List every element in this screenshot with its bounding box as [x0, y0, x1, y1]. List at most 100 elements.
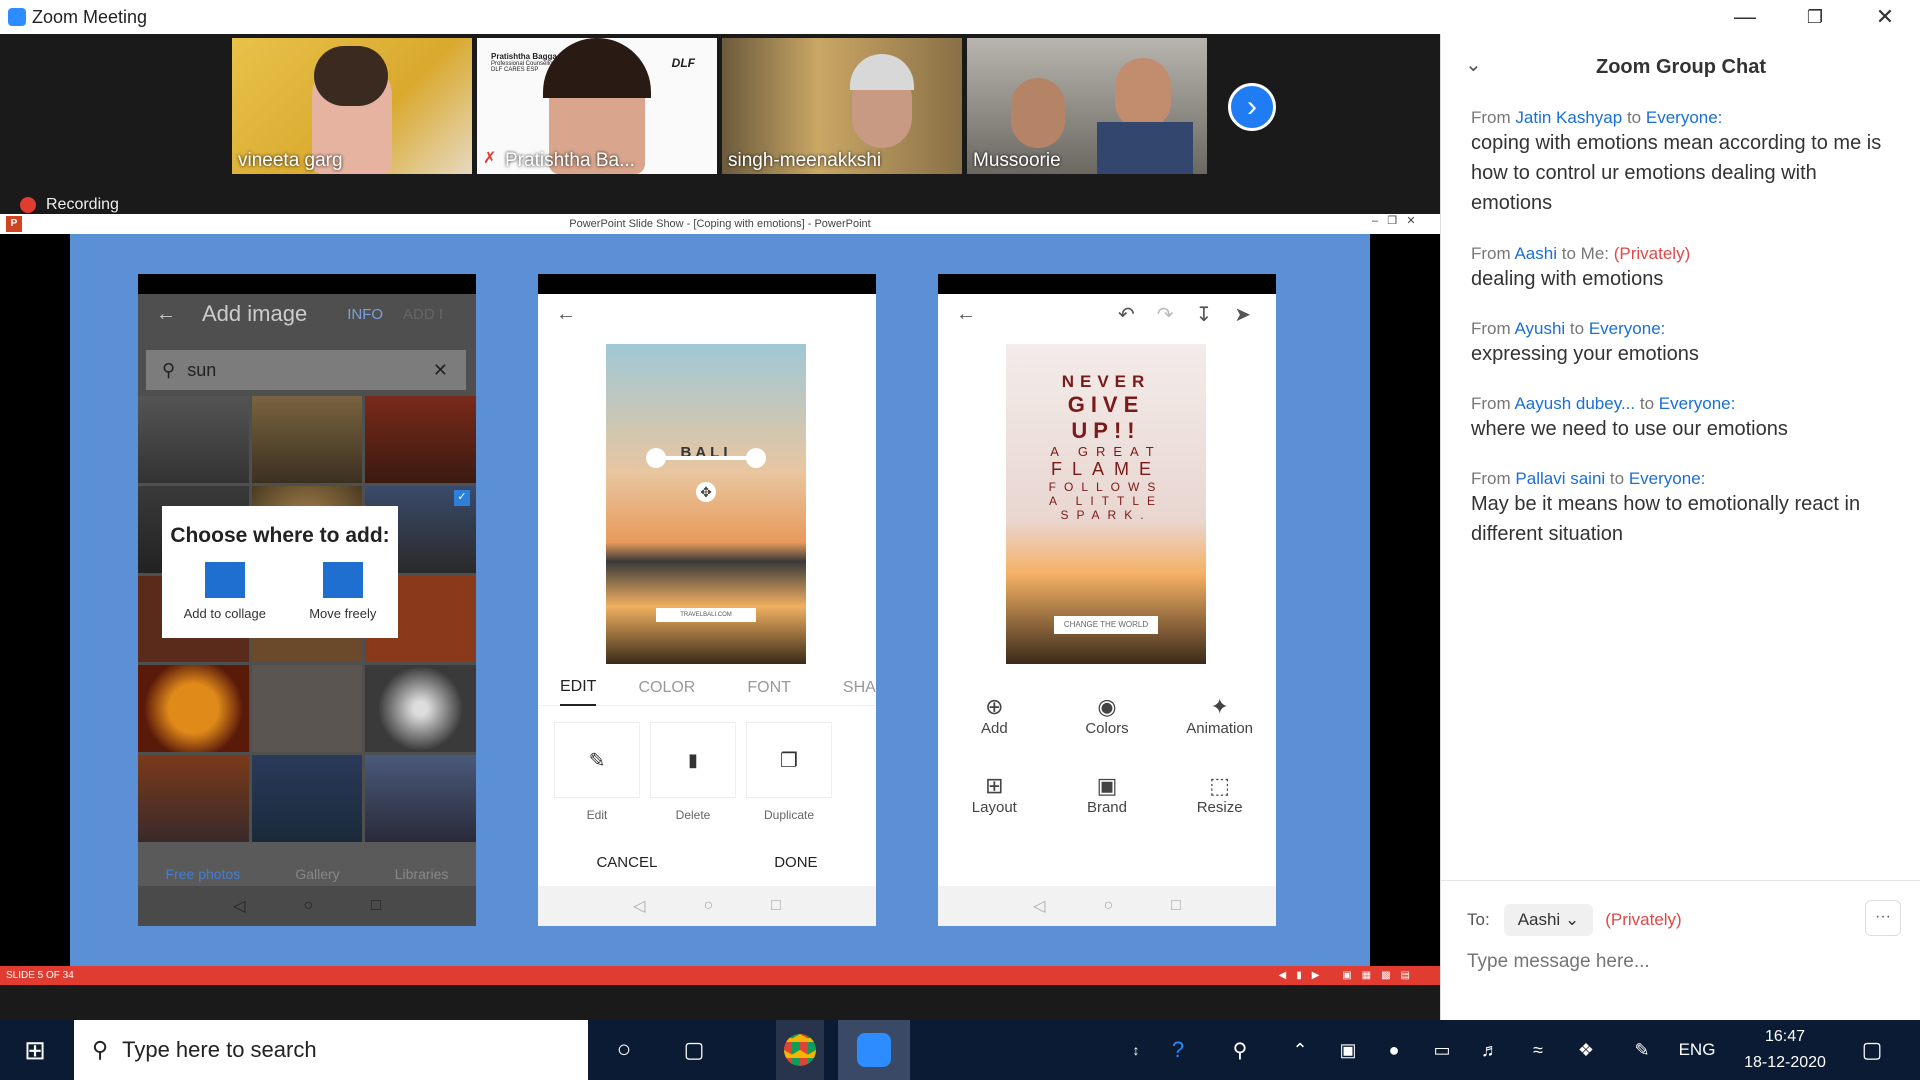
participant-tile[interactable]: Pratishtha Bagga Professional Counsellor… [477, 38, 717, 174]
wifi-icon[interactable]: ≈ [1520, 1020, 1556, 1080]
add-action[interactable]: ⊕ Add [938, 694, 1051, 737]
restore-button[interactable]: ❐ [1780, 0, 1850, 34]
image-thumb[interactable] [251, 665, 363, 753]
participant-tile[interactable]: Mussoorie [967, 38, 1207, 174]
image-thumb[interactable] [365, 755, 476, 842]
cortana-icon[interactable]: ○ [600, 1020, 648, 1080]
animation-action[interactable]: ✦ Animation [1163, 694, 1276, 737]
duplicate-tool-button[interactable]: ❐ Duplicate [746, 722, 832, 822]
dropbox-icon[interactable]: ❖ [1568, 1020, 1604, 1080]
android-home-icon[interactable]: ○ [703, 897, 713, 915]
image-search-field[interactable]: ⚲ sun ✕ [146, 350, 466, 390]
message-input[interactable] [1467, 944, 1897, 980]
share-icon[interactable]: ➤ [1234, 302, 1251, 327]
phone-screen-edit-text: ← BALI ✥ TRAVELBALI.COM EDIT COLOR FONT … [538, 274, 876, 926]
image-thumb[interactable] [365, 665, 476, 753]
design-canvas[interactable]: BALI ✥ TRAVELBALI.COM [606, 344, 806, 664]
close-button[interactable]: ✕ [1850, 0, 1920, 34]
meeting-bottom-strip [0, 985, 1440, 1020]
image-thumb[interactable] [251, 755, 363, 842]
more-options-button[interactable]: ··· [1865, 900, 1901, 936]
slideshow-controls[interactable]: ◀▮▶ ▣▦▩▤ [1279, 966, 1420, 985]
android-recents-icon[interactable]: □ [371, 897, 381, 915]
pp-close-button[interactable]: ✕ [1406, 215, 1415, 227]
recipient-dropdown[interactable]: Aashi ⌄ [1503, 904, 1594, 936]
clock[interactable]: 16:47 18-12-2020 [1730, 1020, 1840, 1080]
add-to-collage-option[interactable]: Add to collage [184, 562, 266, 621]
nav-libraries[interactable]: Libraries [395, 866, 449, 882]
android-home-icon[interactable]: ○ [303, 897, 313, 915]
layout-action[interactable]: ⊞ Layout [938, 773, 1051, 816]
people-icon[interactable]: ⚲ [1222, 1020, 1258, 1080]
tab-info[interactable]: INFO [347, 306, 383, 323]
dialog-title: Choose where to add: [170, 524, 390, 547]
task-view-icon[interactable]: ▢ [670, 1020, 718, 1080]
cancel-button[interactable]: CANCEL [596, 854, 657, 871]
android-back-icon[interactable]: ◁ [1033, 896, 1045, 916]
tab-color[interactable]: COLOR [638, 679, 695, 697]
powerpoint-status-bar: SLIDE 5 OF 34 ◀▮▶ ▣▦▩▤ [0, 966, 1440, 985]
android-recents-icon[interactable]: □ [1171, 897, 1181, 915]
image-thumb[interactable] [365, 396, 476, 483]
chat-message: From Ayushi to Everyone: expressing your… [1471, 319, 1699, 365]
move-handle-icon[interactable]: ✥ [696, 482, 716, 502]
edit-tool-button[interactable]: ✎ Edit [554, 722, 640, 822]
done-button[interactable]: DONE [774, 854, 817, 871]
image-thumb[interactable] [251, 396, 363, 483]
android-home-icon[interactable]: ○ [1103, 897, 1113, 915]
start-button[interactable]: ⊞ [0, 1020, 70, 1080]
chat-message: From Jatin Kashyap to Everyone: coping w… [1471, 108, 1882, 214]
delete-tool-button[interactable]: ▮ Delete [650, 722, 736, 822]
zoom-taskbar-icon[interactable] [838, 1020, 910, 1080]
search-icon: ⚲ [162, 359, 176, 380]
chevron-up-icon[interactable]: ⌃ [1282, 1020, 1318, 1080]
edit-tabs: EDIT COLOR FONT SHAPE [538, 670, 876, 706]
clear-icon[interactable]: ✕ [433, 360, 448, 381]
resize-handle[interactable] [746, 448, 766, 468]
android-back-icon[interactable]: ◁ [633, 896, 645, 916]
image-thumb[interactable] [138, 396, 249, 483]
text-selection-handle[interactable] [654, 456, 758, 460]
tab-add[interactable]: ADD I [403, 306, 443, 323]
taskbar-search[interactable]: ⚲ Type here to search [74, 1020, 588, 1080]
image-thumb[interactable] [138, 755, 249, 842]
minimize-button[interactable]: — [1710, 0, 1780, 34]
microphone-icon[interactable]: ● [1376, 1020, 1412, 1080]
pen-icon[interactable]: ✎ [1624, 1020, 1660, 1080]
android-back-icon[interactable]: ◁ [233, 896, 245, 916]
resize-handle[interactable] [646, 448, 666, 468]
poster-canvas[interactable]: NEVER GIVE UP!! A GREAT FLAME FOLLOWS A … [1006, 344, 1206, 664]
help-icon[interactable]: ? [1160, 1020, 1196, 1080]
resize-action[interactable]: ⬚ Resize [1163, 773, 1276, 816]
tab-font[interactable]: FONT [747, 679, 791, 697]
colors-action[interactable]: ◉ Colors [1051, 694, 1164, 737]
participant-tile[interactable]: singh-meenakkshi [722, 38, 962, 174]
android-recents-icon[interactable]: □ [771, 897, 781, 915]
trash-icon: ▮ [650, 722, 736, 798]
meet-now-icon[interactable]: ▣ [1330, 1020, 1366, 1080]
pp-minimize-button[interactable]: – [1372, 215, 1378, 227]
scroll-arrows-icon[interactable]: ↕ [1126, 1020, 1146, 1080]
battery-icon[interactable]: ▭ [1424, 1020, 1460, 1080]
chat-panel: ⌄ Zoom Group Chat From Jatin Kashyap to … [1440, 34, 1920, 1020]
redo-icon[interactable]: ↷ [1157, 302, 1174, 327]
pp-restore-button[interactable]: ❐ [1387, 215, 1397, 227]
volume-icon[interactable]: ♬ [1472, 1020, 1508, 1080]
move-freely-option[interactable]: Move freely [309, 562, 376, 621]
back-arrow-icon[interactable]: ← [956, 303, 976, 326]
participant-tile[interactable]: vineeta garg [232, 38, 472, 174]
notifications-icon[interactable]: ▢ [1850, 1020, 1894, 1080]
tab-edit[interactable]: EDIT [560, 670, 597, 706]
back-arrow-icon[interactable]: ← [156, 303, 176, 326]
chrome-taskbar-icon[interactable] [776, 1020, 824, 1080]
language-indicator[interactable]: ENG [1672, 1020, 1722, 1080]
image-thumb[interactable] [138, 665, 249, 753]
tab-shape[interactable]: SHAPE [843, 679, 876, 697]
nav-free-photos[interactable]: Free photos [166, 866, 241, 882]
back-arrow-icon[interactable]: ← [556, 303, 576, 326]
download-icon[interactable]: ↧ [1196, 302, 1213, 327]
next-participants-button[interactable]: › [1228, 83, 1276, 131]
brand-action[interactable]: ▣ Brand [1051, 773, 1164, 816]
undo-icon[interactable]: ↶ [1118, 302, 1135, 327]
nav-gallery[interactable]: Gallery [295, 866, 339, 882]
